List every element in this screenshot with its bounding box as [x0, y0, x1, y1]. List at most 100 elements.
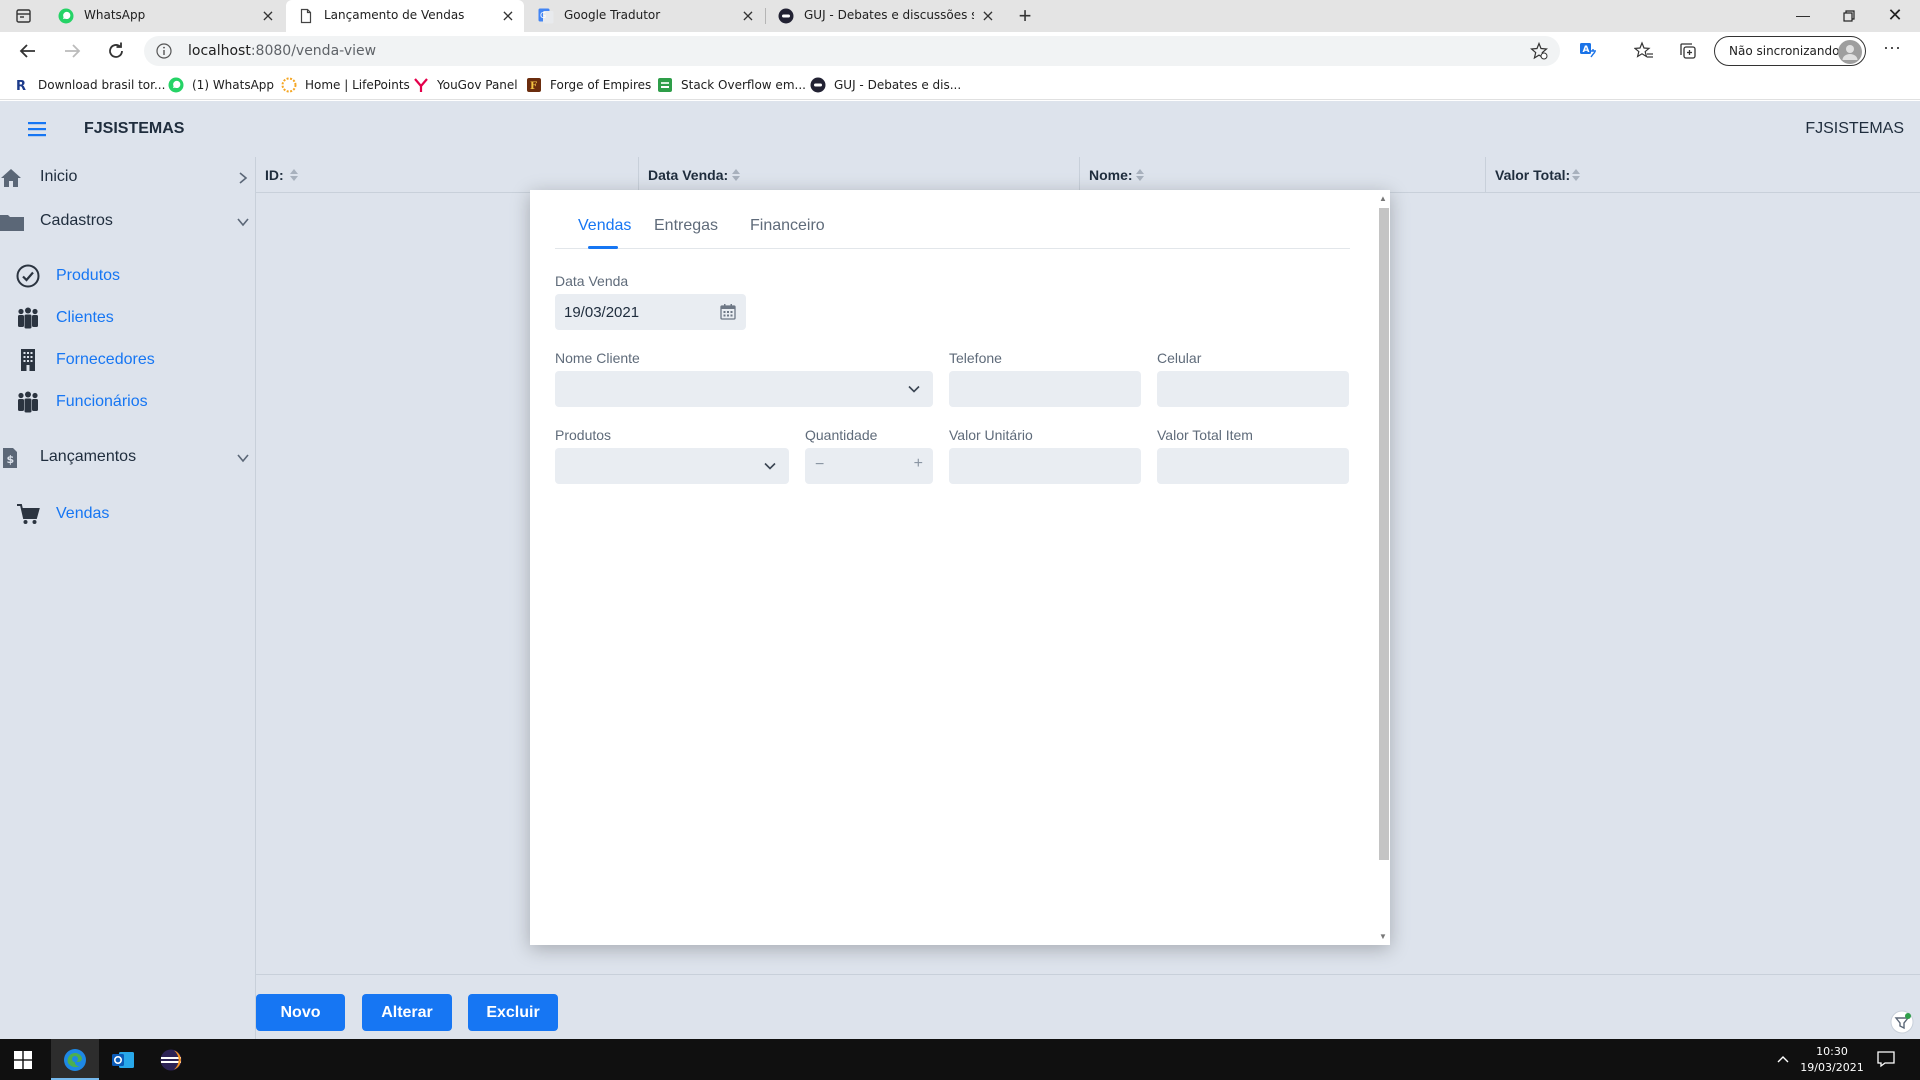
tab-entregas[interactable]: Entregas: [654, 217, 718, 235]
bookmark-label: YouGov Panel: [437, 78, 518, 92]
notifications-icon[interactable]: [1876, 1049, 1896, 1069]
windows-taskbar: 10:30 19/03/2021: [0, 1039, 1920, 1080]
alterar-button[interactable]: Alterar: [362, 994, 452, 1031]
address-bar-row: localhost:8080/venda-view A: [0, 32, 1920, 70]
info-icon[interactable]: [156, 43, 172, 59]
column-label: ID:: [265, 167, 284, 183]
avatar: [1838, 40, 1862, 64]
increment-button[interactable]: +: [914, 455, 923, 473]
restore-button[interactable]: [1826, 0, 1872, 32]
eclipse-icon: [159, 1048, 183, 1072]
menu-lancamentos-label: Lançamentos: [40, 448, 137, 465]
menu-clientes[interactable]: Clientes: [0, 297, 256, 337]
users-icon: [16, 306, 40, 330]
sort-icon[interactable]: [1135, 168, 1145, 182]
assistant-float-icon[interactable]: [1890, 1010, 1914, 1034]
favorites-icon[interactable]: [1634, 41, 1654, 61]
menu-fornecedores[interactable]: Fornecedores: [0, 339, 256, 379]
minimize-button[interactable]: —: [1780, 0, 1826, 32]
valor-total-item-field[interactable]: [1157, 448, 1349, 484]
forward-icon[interactable]: [60, 39, 84, 63]
tab-title: GUJ - Debates e discussões sobr: [804, 8, 974, 22]
close-window-button[interactable]: ✕: [1872, 0, 1918, 32]
menu-lancamentos[interactable]: $ Lançamentos: [0, 437, 256, 477]
sort-icon[interactable]: [289, 168, 299, 182]
column-label: Valor Total:: [1495, 167, 1571, 183]
taskbar-eclipse[interactable]: [147, 1039, 195, 1080]
decrement-button[interactable]: −: [815, 456, 824, 474]
taskbar-outlook[interactable]: [99, 1039, 147, 1080]
calendar-icon[interactable]: [720, 303, 736, 320]
tab-vendas[interactable]: Vendas: [578, 217, 631, 235]
telefone-field[interactable]: [949, 371, 1141, 407]
novo-button[interactable]: Novo: [256, 994, 345, 1031]
taskbar-clock[interactable]: 10:30 19/03/2021: [1800, 1044, 1864, 1076]
dialog-scrollbar[interactable]: ▲ ▼: [1376, 190, 1390, 945]
document-dollar-icon: $: [0, 447, 24, 469]
scroll-down-icon[interactable]: ▼: [1379, 932, 1387, 941]
close-icon[interactable]: ×: [740, 8, 756, 24]
menu-funcionarios[interactable]: Funcionários: [0, 381, 256, 421]
svg-text:$: $: [7, 453, 15, 466]
close-icon[interactable]: ×: [980, 8, 996, 24]
tab-actions-icon[interactable]: [12, 7, 34, 25]
translate-icon[interactable]: A: [1578, 41, 1598, 61]
close-icon[interactable]: ×: [500, 8, 516, 24]
scrollbar-thumb[interactable]: [1379, 208, 1389, 860]
data-venda-label: Data Venda: [555, 273, 629, 289]
app-header: FJSISTEMAS FJSISTEMAS: [0, 101, 1920, 157]
url-path: :8080/venda-view: [250, 43, 377, 59]
new-tab-button[interactable]: +: [1012, 3, 1038, 29]
produtos-select[interactable]: [555, 448, 789, 484]
nome-cliente-select[interactable]: [555, 371, 933, 407]
menu-cadastros[interactable]: Cadastros: [0, 201, 256, 241]
favorite-star-icon[interactable]: [1530, 42, 1548, 60]
telefone-label: Telefone: [949, 350, 1002, 366]
tab-whatsapp[interactable]: WhatsApp ×: [46, 0, 284, 32]
tab-title: WhatsApp: [84, 8, 146, 22]
back-icon[interactable]: [16, 39, 40, 63]
data-venda-value: 19/03/2021: [564, 304, 640, 321]
sort-icon[interactable]: [1571, 168, 1581, 182]
more-options-icon[interactable]: ···: [1880, 38, 1904, 62]
quantidade-stepper[interactable]: − +: [805, 448, 933, 484]
column-data-venda[interactable]: Data Venda:: [639, 157, 1080, 193]
menu-produtos[interactable]: Produtos: [0, 255, 256, 295]
profile-sync-button[interactable]: Não sincronizando: [1714, 36, 1866, 66]
url-field[interactable]: localhost:8080/venda-view: [144, 36, 1560, 66]
tab-google-tradutor[interactable]: G Google Tradutor ×: [526, 0, 764, 32]
check-circle-icon: [16, 264, 40, 288]
data-venda-field[interactable]: 19/03/2021: [555, 294, 746, 330]
url-text: localhost:8080/venda-view: [188, 43, 376, 59]
collections-icon[interactable]: [1678, 41, 1698, 61]
column-label: Nome:: [1089, 167, 1133, 183]
close-icon[interactable]: ×: [260, 8, 276, 24]
excluir-button[interactable]: Excluir: [468, 994, 558, 1031]
menu-cadastros-label: Cadastros: [40, 212, 113, 229]
sort-icon[interactable]: [731, 168, 741, 182]
chevron-up-icon[interactable]: [1776, 1053, 1790, 1067]
tab-financeiro[interactable]: Financeiro: [750, 217, 825, 235]
menu-inicio[interactable]: Inicio: [0, 157, 256, 197]
column-id[interactable]: ID:: [256, 157, 639, 193]
bookmark-label: Download brasil tor...: [38, 78, 166, 92]
windows-start-icon[interactable]: [14, 1051, 32, 1069]
tab-guj[interactable]: GUJ - Debates e discussões sobr ×: [766, 0, 1004, 32]
active-tab-indicator: [588, 246, 618, 249]
app-brand-right: FJSISTEMAS: [1805, 120, 1904, 137]
lifepoints-icon: [281, 77, 297, 93]
column-valor-total[interactable]: Valor Total:: [1486, 157, 1920, 193]
taskbar-edge[interactable]: [51, 1039, 99, 1080]
celular-field[interactable]: [1157, 371, 1349, 407]
guj-icon: [810, 77, 826, 93]
menu-vendas[interactable]: Vendas: [0, 493, 256, 533]
scroll-up-icon[interactable]: ▲: [1379, 194, 1387, 203]
building-icon: [16, 348, 40, 372]
tab-title: Google Tradutor: [564, 8, 661, 22]
valor-unitario-field[interactable]: [949, 448, 1141, 484]
column-nome[interactable]: Nome:: [1080, 157, 1486, 193]
google-translate-icon: G: [538, 8, 554, 24]
refresh-icon[interactable]: [104, 39, 128, 63]
hamburger-menu-icon[interactable]: [28, 121, 46, 137]
tab-lancamento-vendas[interactable]: Lançamento de Vendas ×: [286, 0, 524, 32]
